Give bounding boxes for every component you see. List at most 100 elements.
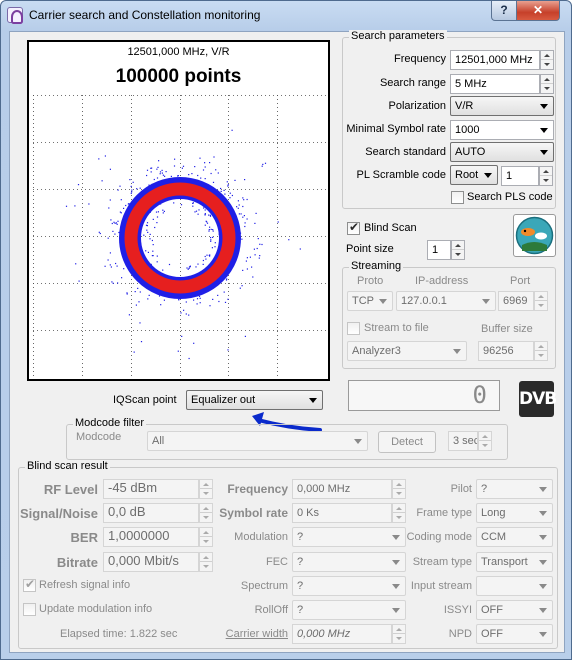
scatter-point	[101, 180, 103, 182]
dropdown-arrow-icon	[379, 299, 387, 304]
port-input[interactable]: 6969	[498, 291, 534, 311]
scatter-point	[163, 299, 165, 301]
scatter-point	[112, 230, 114, 232]
stream-to-file-checkbox[interactable]	[347, 322, 360, 335]
scatter-point	[210, 237, 212, 239]
scatter-point	[185, 313, 187, 315]
scatter-point	[249, 256, 251, 258]
point-size-spin[interactable]	[451, 240, 465, 260]
scope-points-label: 100000 points	[115, 66, 242, 87]
dropdown-arrow-icon	[539, 487, 547, 492]
close-button[interactable]: ✕	[516, 1, 560, 21]
buffer-size-spin[interactable]	[534, 341, 548, 361]
port-spin[interactable]	[534, 291, 548, 311]
result-symbol-rate-spin	[392, 503, 406, 523]
min-symbol-rate-select[interactable]: 1000	[450, 120, 554, 140]
search-range-spin[interactable]	[540, 74, 554, 94]
scatter-point	[241, 238, 243, 240]
polarization-select[interactable]: V/R	[450, 96, 554, 116]
scatter-point	[114, 233, 116, 235]
file-select[interactable]: Analyzer3	[347, 341, 467, 361]
detect-button[interactable]: Detect	[378, 431, 436, 453]
scatter-point	[212, 181, 215, 183]
blind-scan-label: Blind Scan	[364, 222, 417, 234]
scatter-point	[210, 240, 212, 242]
dropdown-arrow-icon	[539, 584, 547, 589]
scatter-point	[193, 299, 195, 301]
dropdown-arrow-icon	[392, 560, 400, 565]
pl-code-input[interactable]: 1	[501, 166, 539, 186]
scatter-point	[254, 254, 256, 256]
scatter-point	[130, 185, 132, 187]
scatter-point	[182, 165, 185, 167]
scatter-point	[206, 254, 208, 256]
buffer-size-input[interactable]: 96256	[478, 341, 534, 361]
pl-code-spin[interactable]	[539, 166, 553, 186]
scatter-point	[208, 230, 210, 232]
search-pls-checkbox[interactable]	[451, 191, 464, 204]
point-size-input[interactable]: 1	[427, 240, 451, 260]
update-modulation-checkbox[interactable]	[23, 603, 36, 616]
help-button[interactable]: ?	[491, 1, 517, 21]
result-frequency-value: 0,000 MHz	[292, 479, 392, 499]
blind-scan-checkbox[interactable]	[347, 220, 360, 235]
scatter-point	[162, 174, 164, 176]
interval-input[interactable]: 3 sec	[448, 431, 478, 451]
scatter-point	[150, 171, 152, 173]
min-symbol-rate-label: Minimal Symbol rate	[346, 123, 446, 135]
scatter-point	[109, 252, 111, 254]
ip-address-select[interactable]: 127.0.0.1	[396, 291, 496, 311]
scatter-point	[168, 263, 171, 266]
scatter-point	[161, 169, 163, 171]
file-value: Analyzer3	[352, 345, 401, 357]
scatter-point	[209, 162, 211, 164]
modulation-select: ?	[292, 527, 406, 547]
modcode-select[interactable]: All	[147, 431, 368, 451]
interval-spin[interactable]	[478, 431, 492, 451]
scatter-point	[132, 181, 134, 183]
scatter-point	[277, 221, 279, 223]
scatter-point	[117, 282, 119, 284]
search-range-input[interactable]: 5 MHz	[450, 74, 540, 94]
scatter-point	[75, 263, 77, 265]
carrier-width-label[interactable]: Carrier width	[205, 628, 288, 640]
pl-mode-value: Root	[455, 169, 479, 181]
scatter-point	[128, 314, 130, 316]
scatter-point	[140, 341, 143, 343]
scatter-point	[217, 294, 219, 296]
dropdown-arrow-icon	[453, 349, 461, 354]
proto-select[interactable]: TCP	[347, 291, 393, 311]
snr-label: Signal/Noise	[20, 506, 99, 521]
pl-mode-select[interactable]: Root	[450, 165, 498, 185]
scatter-point	[202, 263, 204, 265]
search-standard-select[interactable]: AUTO	[450, 142, 554, 162]
scatter-point	[145, 250, 147, 252]
scatter-point	[191, 173, 193, 175]
refresh-signal-checkbox[interactable]	[23, 577, 36, 592]
scatter-point	[146, 169, 149, 171]
scatter-point	[261, 243, 263, 246]
scatter-point	[185, 301, 187, 303]
scatter-point	[193, 342, 195, 344]
fish-logo-icon[interactable]	[513, 214, 556, 257]
scatter-point	[114, 222, 116, 224]
frequency-spin[interactable]	[540, 50, 554, 70]
npd-label: NPD	[448, 628, 472, 640]
dropdown-arrow-icon	[539, 560, 547, 565]
scatter-point	[244, 179, 246, 181]
frequency-input[interactable]: 12501,000 MHz	[450, 50, 540, 70]
scatter-point	[205, 258, 207, 260]
pilot-label: Pilot	[450, 483, 472, 495]
input-stream-label: Input stream	[410, 580, 472, 592]
scatter-point	[181, 167, 183, 169]
scatter-point	[188, 267, 190, 269]
title-bar[interactable]: Carrier search and Constellation monitor…	[1, 1, 571, 31]
carrier-width-spin	[392, 624, 406, 644]
scatter-point	[197, 263, 199, 265]
scatter-point	[119, 185, 121, 187]
scatter-point	[165, 171, 167, 173]
scatter-point	[163, 210, 165, 212]
scatter-point	[156, 216, 159, 218]
carrier-width-value: 0,000 MHz	[292, 624, 392, 644]
scatter-point	[210, 228, 212, 230]
